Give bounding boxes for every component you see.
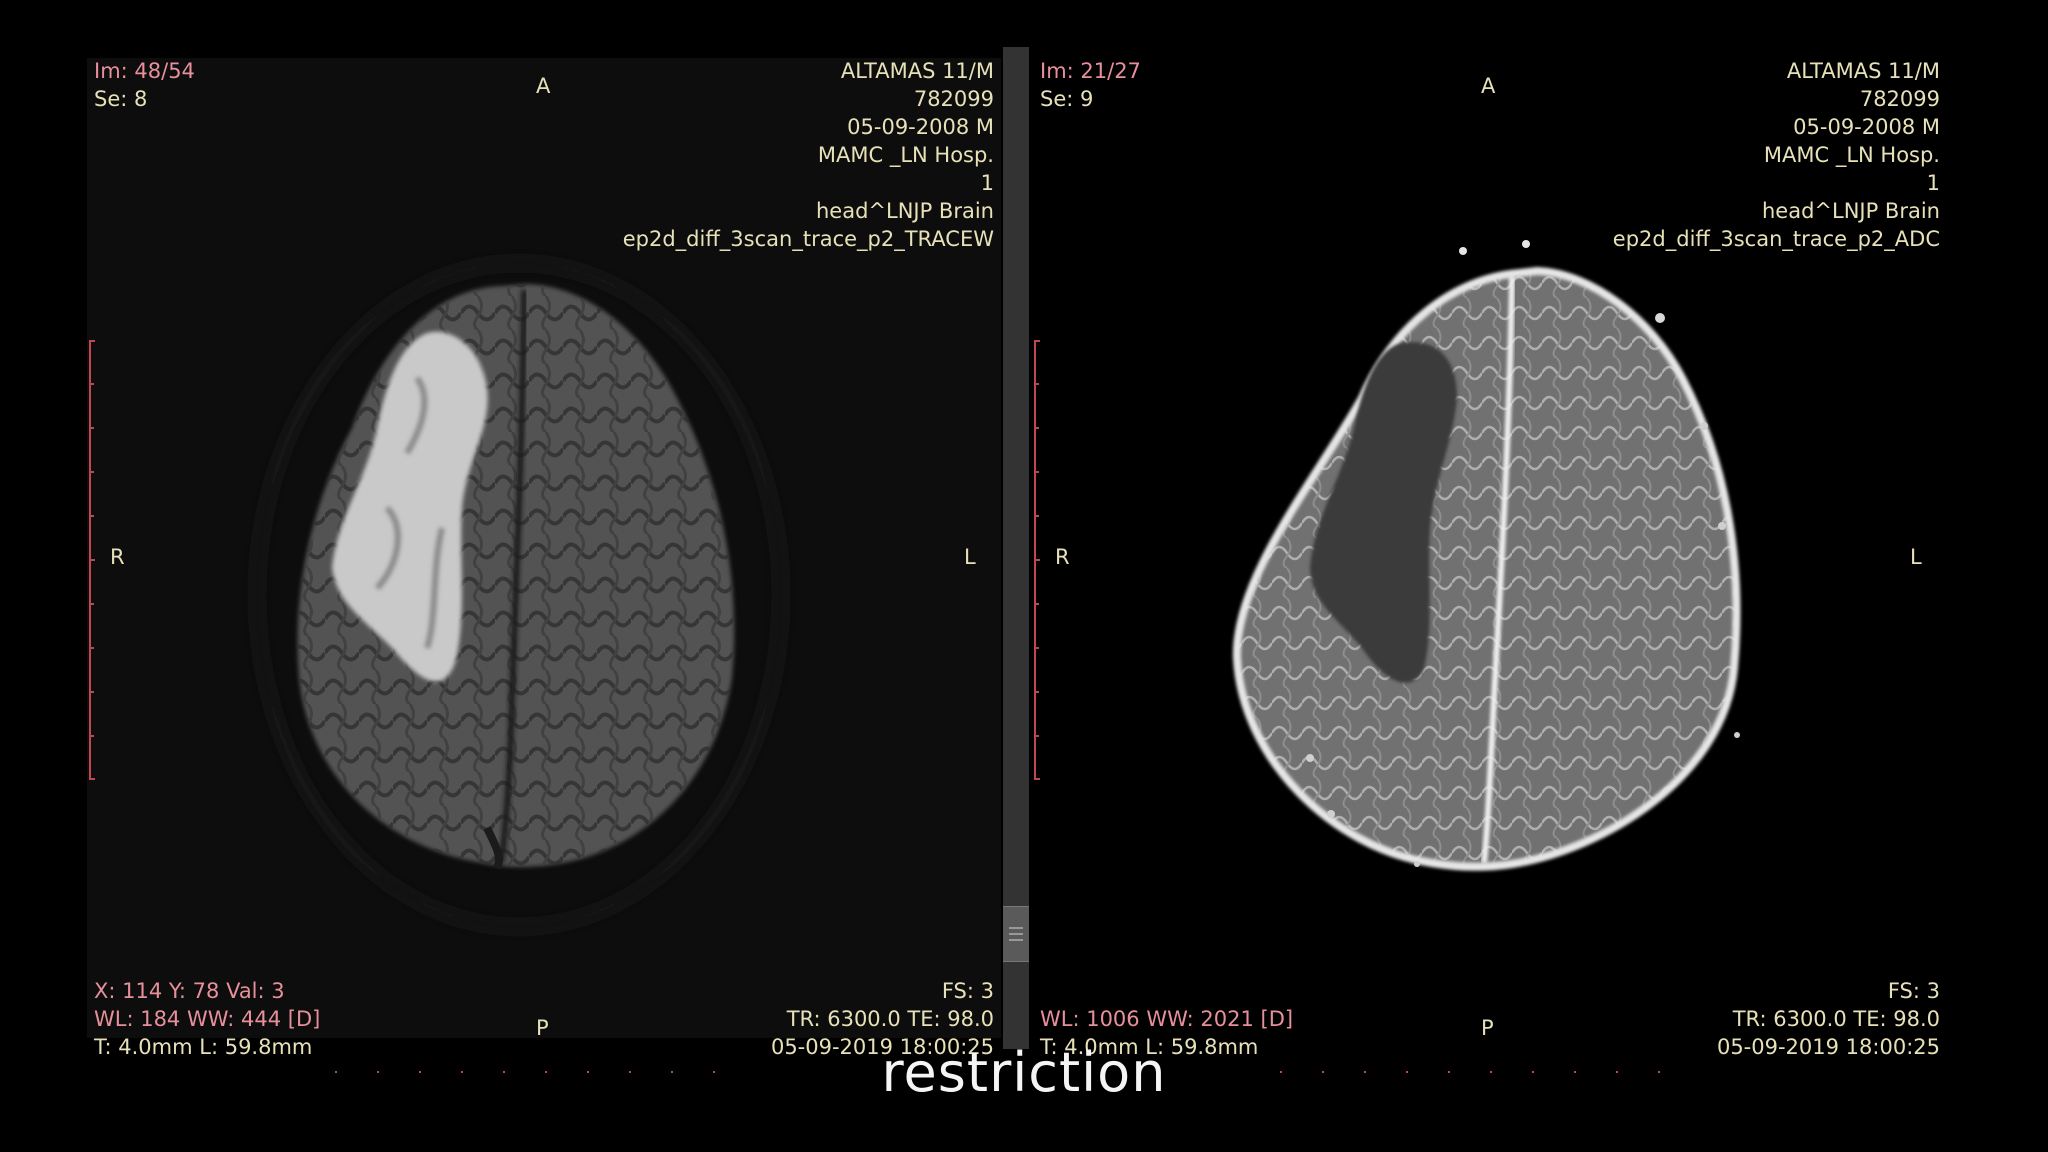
left-institution: MAMC _LN Hosp.: [817, 143, 994, 167]
left-patient-id: 782099: [913, 87, 994, 111]
left-window-level: WL: 184 WW: 444 [D]: [94, 1007, 321, 1031]
right-study-description: head^LNJP Brain: [1761, 199, 1940, 223]
left-study-description: head^LNJP Brain: [815, 199, 994, 223]
left-tr-te: TR: 6300.0 TE: 98.0: [786, 1007, 994, 1031]
image-scrollbar[interactable]: [1003, 47, 1029, 1049]
right-institution: MAMC _LN Hosp.: [1763, 143, 1940, 167]
left-orientation-bottom: P: [536, 1016, 549, 1040]
left-orientation-left: R: [110, 545, 125, 569]
right-sequence-name: ep2d_diff_3scan_trace_p2_ADC: [1612, 227, 1940, 251]
right-image-index: Im: 21/27: [1040, 59, 1141, 83]
left-study-date: 05-09-2008 M: [847, 115, 994, 139]
right-study-date: 05-09-2008 M: [1793, 115, 1940, 139]
right-series: Se: 9: [1040, 87, 1094, 111]
left-orientation-right: L: [964, 545, 976, 569]
right-patient-id: 782099: [1859, 87, 1940, 111]
right-scale-ruler: [1034, 340, 1040, 780]
right-study-number: 1: [1926, 171, 1940, 195]
left-image-index: Im: 48/54: [94, 59, 195, 83]
right-window-level: WL: 1006 WW: 2021 [D]: [1040, 1007, 1294, 1031]
left-scale-ruler: [89, 340, 95, 780]
right-field-strength: FS: 3: [1887, 979, 1940, 1003]
video-caption: restriction: [881, 1041, 1167, 1104]
left-cursor-readout: X: 114 Y: 78 Val: 3: [94, 979, 285, 1003]
right-orientation-top: A: [1481, 74, 1496, 98]
right-patient-name: ALTAMAS 11/M: [1786, 59, 1940, 83]
left-field-strength: FS: 3: [941, 979, 994, 1003]
left-study-number: 1: [980, 171, 994, 195]
right-orientation-bottom: P: [1481, 1016, 1494, 1040]
scrollbar-thumb[interactable]: [1003, 906, 1029, 962]
right-tr-te: TR: 6300.0 TE: 98.0: [1732, 1007, 1940, 1031]
left-sequence-name: ep2d_diff_3scan_trace_p2_TRACEW: [622, 227, 994, 251]
right-orientation-left: R: [1055, 545, 1070, 569]
right-orientation-right: L: [1910, 545, 1922, 569]
left-orientation-top: A: [536, 74, 551, 98]
left-series: Se: 8: [94, 87, 148, 111]
left-patient-name: ALTAMAS 11/M: [840, 59, 994, 83]
